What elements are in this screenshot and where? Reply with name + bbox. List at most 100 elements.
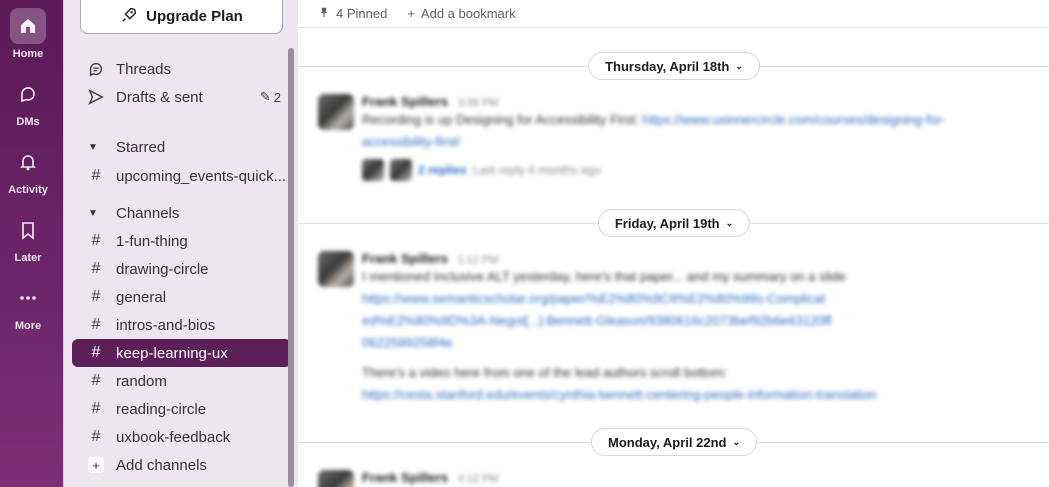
message-author[interactable]: Frank Spillers [362, 251, 448, 266]
rail-more-button[interactable]: More [0, 280, 56, 332]
chevron-down-icon: ⌄ [725, 217, 734, 228]
hash-icon: # [91, 400, 101, 417]
hash-icon: # [91, 316, 101, 333]
avatar[interactable] [318, 470, 354, 487]
channel-label: drawing-circle [116, 260, 209, 278]
date-jump-button[interactable]: Friday, April 19th ⌄ [597, 209, 751, 237]
threads-icon [86, 60, 106, 78]
hash-icon: # [91, 344, 101, 361]
sidebar-item-reading-circle[interactable]: # reading-circle [72, 395, 291, 423]
date-label: Monday, April 22nd [607, 434, 727, 450]
channel-main: 4 Pinned + Add a bookmark Thursday, Apri… [298, 0, 1049, 487]
plus-icon: + [407, 6, 415, 21]
channel-label: intros-and-bios [116, 316, 216, 334]
sidebar-item-drawing-circle[interactable]: # drawing-circle [72, 255, 291, 283]
starred-section-toggle[interactable]: ▼ Starred [72, 134, 291, 160]
more-icon [10, 280, 46, 316]
sidebar-item-upcoming-events[interactable]: # upcoming_events-quick... [72, 162, 291, 190]
channels-label: Channels [116, 204, 180, 222]
hash-icon: # [91, 232, 101, 249]
upgrade-plan-button[interactable]: Upgrade Plan [80, 0, 283, 34]
replies-link[interactable]: 2 replies [418, 163, 467, 177]
chevron-down-icon: ⌄ [732, 436, 741, 447]
drafts-label: Drafts & sent [116, 88, 203, 106]
message-author[interactable]: Frank Spillers [362, 470, 448, 485]
channel-label: upcoming_events-quick... [116, 167, 287, 185]
chevron-down-icon: ⌄ [735, 60, 743, 71]
avatar[interactable] [318, 94, 354, 130]
channel-label: random [116, 372, 167, 390]
rail-dms-button[interactable]: DMs [0, 76, 56, 128]
rail-home-button[interactable]: Home [0, 8, 56, 60]
add-channels-label: Add channels [116, 456, 207, 474]
hash-icon: # [91, 167, 101, 184]
message-text: There's a video here from one of the lea… [362, 365, 728, 380]
message-link[interactable]: https://www.semanticscholar.org/paper/%E… [362, 291, 832, 350]
sidebar-item-keep-learning-ux[interactable]: # keep-learning-ux [72, 339, 291, 367]
channel-label: 1-fun-thing [116, 232, 188, 250]
channel-label: reading-circle [116, 400, 207, 418]
rail-later-button[interactable]: Later [0, 212, 56, 264]
add-channels-button[interactable]: + Add channels [72, 451, 291, 479]
plus-icon: + [88, 457, 104, 473]
hash-icon: # [91, 288, 101, 305]
drafts-count-value: 2 [273, 89, 281, 105]
message-time[interactable]: 3:38 PM [458, 97, 499, 109]
hash-icon: # [91, 428, 101, 445]
rocket-icon [120, 6, 138, 28]
slack-window: Home DMs Activity Later More Upgrade Pla… [0, 0, 1049, 487]
bell-icon [10, 144, 46, 180]
threads-label: Threads [116, 60, 172, 78]
sidebar-item-threads[interactable]: Threads [72, 55, 291, 83]
rail-activity-button[interactable]: Activity [0, 144, 56, 196]
message-text: Recording is up Designing for Accessibil… [362, 112, 643, 127]
channel-sidebar: Upgrade Plan Threads Drafts & sent ✎ 2 ▼… [63, 0, 298, 487]
avatar[interactable] [318, 251, 354, 287]
pinned-button[interactable]: 4 Pinned [318, 6, 387, 21]
sidebar-item-intros-and-bios[interactable]: # intros-and-bios [72, 311, 291, 339]
rail-later-label: Later [14, 252, 42, 264]
date-label: Friday, April 19th [614, 215, 720, 231]
channel-label: general [116, 288, 167, 306]
message-author[interactable]: Frank Spillers [362, 94, 448, 109]
message-time[interactable]: 4:12 PM [458, 473, 499, 485]
pencil-icon: ✎ [259, 89, 271, 104]
bookmark-icon [10, 212, 46, 248]
message-link[interactable]: https://cesta.stanford.edu/events/cynthi… [362, 387, 877, 402]
drafts-count: ✎ 2 [260, 89, 281, 105]
rail-more-label: More [14, 320, 42, 332]
sidebar-item-1-fun-thing[interactable]: # 1-fun-thing [72, 227, 291, 255]
date-jump-button[interactable]: Monday, April 22nd ⌄ [590, 428, 758, 456]
sidebar-scrollbar[interactable] [288, 48, 294, 487]
upgrade-plan-label: Upgrade Plan [146, 8, 243, 25]
avatar [390, 159, 412, 181]
message-time[interactable]: 1:12 PM [458, 254, 499, 266]
message-text: I mentioned Inclusive ALT yesterday, her… [362, 269, 846, 284]
rail-activity-label: Activity [8, 184, 48, 196]
sidebar-item-random[interactable]: # random [72, 367, 291, 395]
channel-label: uxbook-feedback [116, 428, 231, 446]
pin-icon [318, 6, 330, 21]
hash-icon: # [91, 260, 101, 277]
rail-dms-label: DMs [16, 116, 40, 128]
workspace-rail: Home DMs Activity Later More [0, 0, 63, 487]
caret-down-icon: ▼ [88, 207, 98, 219]
add-bookmark-button[interactable]: + Add a bookmark [407, 6, 515, 21]
channels-section-toggle[interactable]: ▼ Channels [72, 200, 291, 226]
starred-label: Starred [116, 138, 166, 156]
sidebar-item-uxbook-feedback[interactable]: # uxbook-feedback [72, 423, 291, 451]
thread-summary[interactable]: 2 replies Last reply 4 months ago [362, 159, 1012, 181]
plus-box: + [86, 457, 106, 473]
bookmarks-bar: 4 Pinned + Add a bookmark [298, 0, 1049, 28]
caret-down-icon: ▼ [88, 141, 98, 153]
send-icon [86, 88, 106, 106]
avatar [362, 159, 384, 181]
date-label: Thursday, April 18th [605, 58, 730, 74]
sidebar-item-general[interactable]: # general [72, 283, 291, 311]
date-jump-button[interactable]: Thursday, April 18th ⌄ [588, 52, 760, 80]
home-icon [10, 8, 46, 44]
hash-icon: # [91, 372, 101, 389]
sidebar-item-drafts[interactable]: Drafts & sent ✎ 2 [72, 83, 291, 111]
dms-icon [10, 76, 46, 112]
add-bookmark-label: Add a bookmark [420, 6, 516, 21]
